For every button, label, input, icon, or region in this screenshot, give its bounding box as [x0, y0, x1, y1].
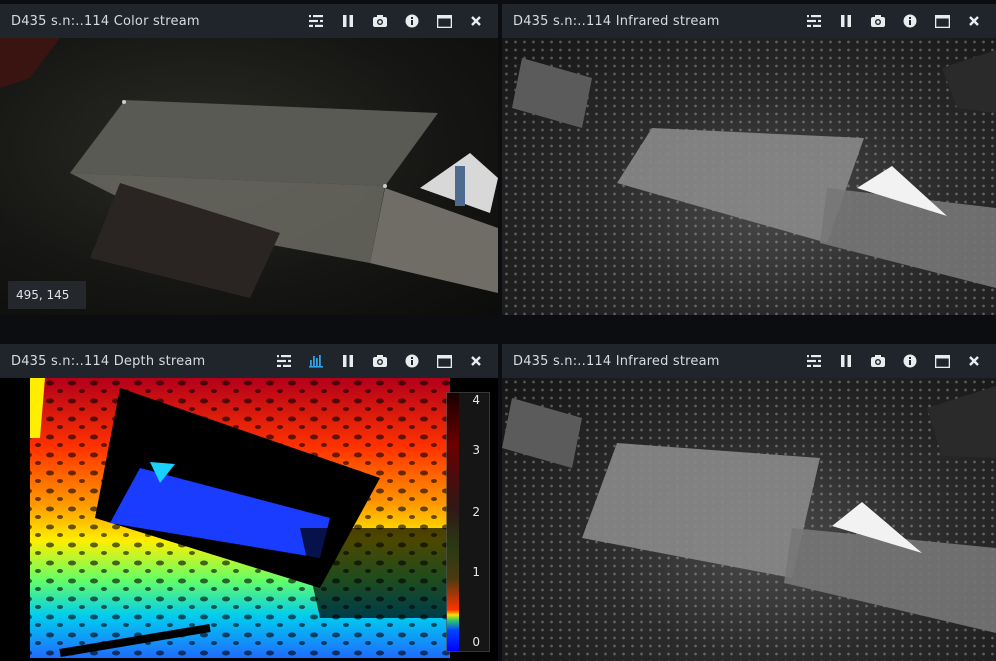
- depth-colorbar: 4 3 2 1 0: [446, 392, 490, 652]
- settings-icon[interactable]: [300, 4, 332, 38]
- panel-toolbar: [268, 344, 492, 378]
- close-icon[interactable]: [958, 4, 990, 38]
- panel-title: D435 s.n:..114 Infrared stream: [513, 13, 720, 29]
- close-icon[interactable]: [460, 344, 492, 378]
- close-icon[interactable]: [460, 4, 492, 38]
- settings-icon[interactable]: [268, 344, 300, 378]
- camera-icon[interactable]: [364, 344, 396, 378]
- cursor-coordinate-readout: 495, 145: [8, 281, 86, 309]
- colorbar-tick-label: 3: [472, 443, 480, 457]
- infrared-stream-view[interactable]: [502, 38, 996, 315]
- panel-toolbar: [798, 4, 990, 38]
- panel-titlebar: D435 s.n:..114 Color stream: [0, 4, 498, 38]
- close-icon[interactable]: [958, 344, 990, 378]
- maximize-icon[interactable]: [428, 344, 460, 378]
- settings-icon[interactable]: [798, 344, 830, 378]
- maximize-icon[interactable]: [428, 4, 460, 38]
- panel-title: D435 s.n:..114 Depth stream: [11, 353, 206, 369]
- colorbar-tick-label: 4: [472, 393, 480, 407]
- panel-toolbar: [300, 4, 492, 38]
- pause-icon[interactable]: [830, 4, 862, 38]
- color-stream-view[interactable]: 495, 145: [0, 38, 498, 315]
- panel-titlebar: D435 s.n:..114 Depth stream: [0, 344, 498, 378]
- histogram-icon[interactable]: [300, 344, 332, 378]
- panel-toolbar: [798, 344, 990, 378]
- info-icon[interactable]: [894, 344, 926, 378]
- infrared-stream-panel-1: D435 s.n:..114 Infrared stream: [502, 4, 996, 315]
- color-stream-panel: D435 s.n:..114 Color stream 495, 145: [0, 4, 498, 315]
- maximize-icon[interactable]: [926, 4, 958, 38]
- colorbar-tick-label: 1: [472, 565, 480, 579]
- pause-icon[interactable]: [332, 344, 364, 378]
- depth-stream-view[interactable]: 4 3 2 1 0: [0, 378, 498, 661]
- camera-icon[interactable]: [862, 4, 894, 38]
- panel-title: D435 s.n:..114 Color stream: [11, 13, 200, 29]
- pause-icon[interactable]: [830, 344, 862, 378]
- settings-icon[interactable]: [798, 4, 830, 38]
- colorbar-tick-label: 2: [472, 505, 480, 519]
- depth-colorbar-ramp: [447, 393, 459, 651]
- depth-stream-panel: D435 s.n:..114 Depth stream 4 3 2 1 0: [0, 344, 498, 661]
- maximize-icon[interactable]: [926, 344, 958, 378]
- panel-titlebar: D435 s.n:..114 Infrared stream: [502, 344, 996, 378]
- info-icon[interactable]: [396, 344, 428, 378]
- panel-titlebar: D435 s.n:..114 Infrared stream: [502, 4, 996, 38]
- info-icon[interactable]: [894, 4, 926, 38]
- camera-icon[interactable]: [862, 344, 894, 378]
- infrared-stream-panel-2: D435 s.n:..114 Infrared stream: [502, 344, 996, 661]
- info-icon[interactable]: [396, 4, 428, 38]
- colorbar-tick-label: 0: [472, 635, 480, 649]
- pause-icon[interactable]: [332, 4, 364, 38]
- camera-icon[interactable]: [364, 4, 396, 38]
- panel-title: D435 s.n:..114 Infrared stream: [513, 353, 720, 369]
- infrared-stream-view[interactable]: [502, 378, 996, 661]
